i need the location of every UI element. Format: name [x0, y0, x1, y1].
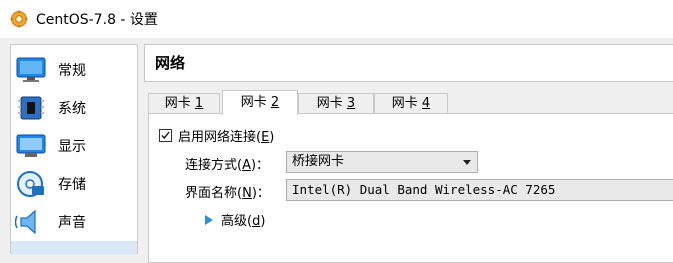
sidebar-item-display[interactable]: 显示	[11, 127, 137, 165]
window-title: CentOS-7.8 - 设置	[36, 12, 158, 28]
sidebar-item-storage[interactable]: 存储	[11, 165, 137, 203]
enable-network-label: 启用网络连接(E)	[178, 130, 275, 145]
connection-type-value: 桥接网卡	[292, 154, 345, 169]
disk-icon	[14, 169, 48, 199]
interface-name-label: 界面名称(N)：	[185, 186, 270, 201]
tab-adapter-1[interactable]: 网卡 1	[148, 93, 220, 114]
sidebar-item-label: 系统	[58, 101, 86, 117]
sidebar-item-audio[interactable]: 声音	[11, 203, 137, 241]
sidebar-item-general[interactable]: 常规	[11, 51, 137, 89]
tab-adapter-2[interactable]: 网卡 2	[222, 90, 298, 115]
connection-type-label: 连接方式(A)：	[185, 158, 270, 173]
interface-name-select[interactable]: Intel(R) Dual Band Wireless-AC 7265	[286, 179, 673, 201]
tab-adapter-3[interactable]: 网卡 3	[298, 93, 374, 114]
speaker-icon	[14, 207, 48, 237]
sidebar-item-label: 声音	[58, 215, 86, 231]
display-icon	[14, 131, 48, 161]
settings-content: 网络 网卡 1 网卡 2 网卡 3 网卡 4 启用网络连接(E) 连接方式(A)…	[144, 44, 673, 263]
advanced-label: 高级(d)	[221, 214, 266, 229]
connection-type-select[interactable]: 桥接网卡	[286, 151, 478, 173]
section-title: 网络	[144, 44, 673, 82]
title-bar: CentOS-7.8 - 设置	[0, 0, 673, 38]
sidebar-item-network[interactable]	[11, 241, 137, 255]
settings-sidebar: 常规 系统 显示 存储 声音	[10, 44, 138, 255]
monitor-icon	[14, 55, 48, 85]
sidebar-item-system[interactable]: 系统	[11, 89, 137, 127]
sidebar-item-label: 存储	[58, 177, 86, 193]
advanced-toggle[interactable]: 高级(d)	[205, 210, 265, 229]
sidebar-item-label: 显示	[58, 139, 86, 155]
virtualbox-gear-icon	[10, 10, 28, 28]
sidebar-item-label: 常规	[58, 63, 86, 79]
adapter-panel: 启用网络连接(E) 连接方式(A)： 桥接网卡 界面名称(N)： Intel(R…	[148, 113, 673, 263]
enable-network-checkbox[interactable]: 启用网络连接(E)	[159, 126, 274, 145]
tab-adapter-4[interactable]: 网卡 4	[374, 93, 448, 114]
checkbox-box[interactable]	[159, 129, 172, 142]
chip-icon	[14, 93, 48, 123]
expand-triangle-icon	[205, 214, 213, 225]
chevron-down-icon	[463, 160, 471, 165]
interface-name-value: Intel(R) Dual Band Wireless-AC 7265	[292, 182, 556, 197]
